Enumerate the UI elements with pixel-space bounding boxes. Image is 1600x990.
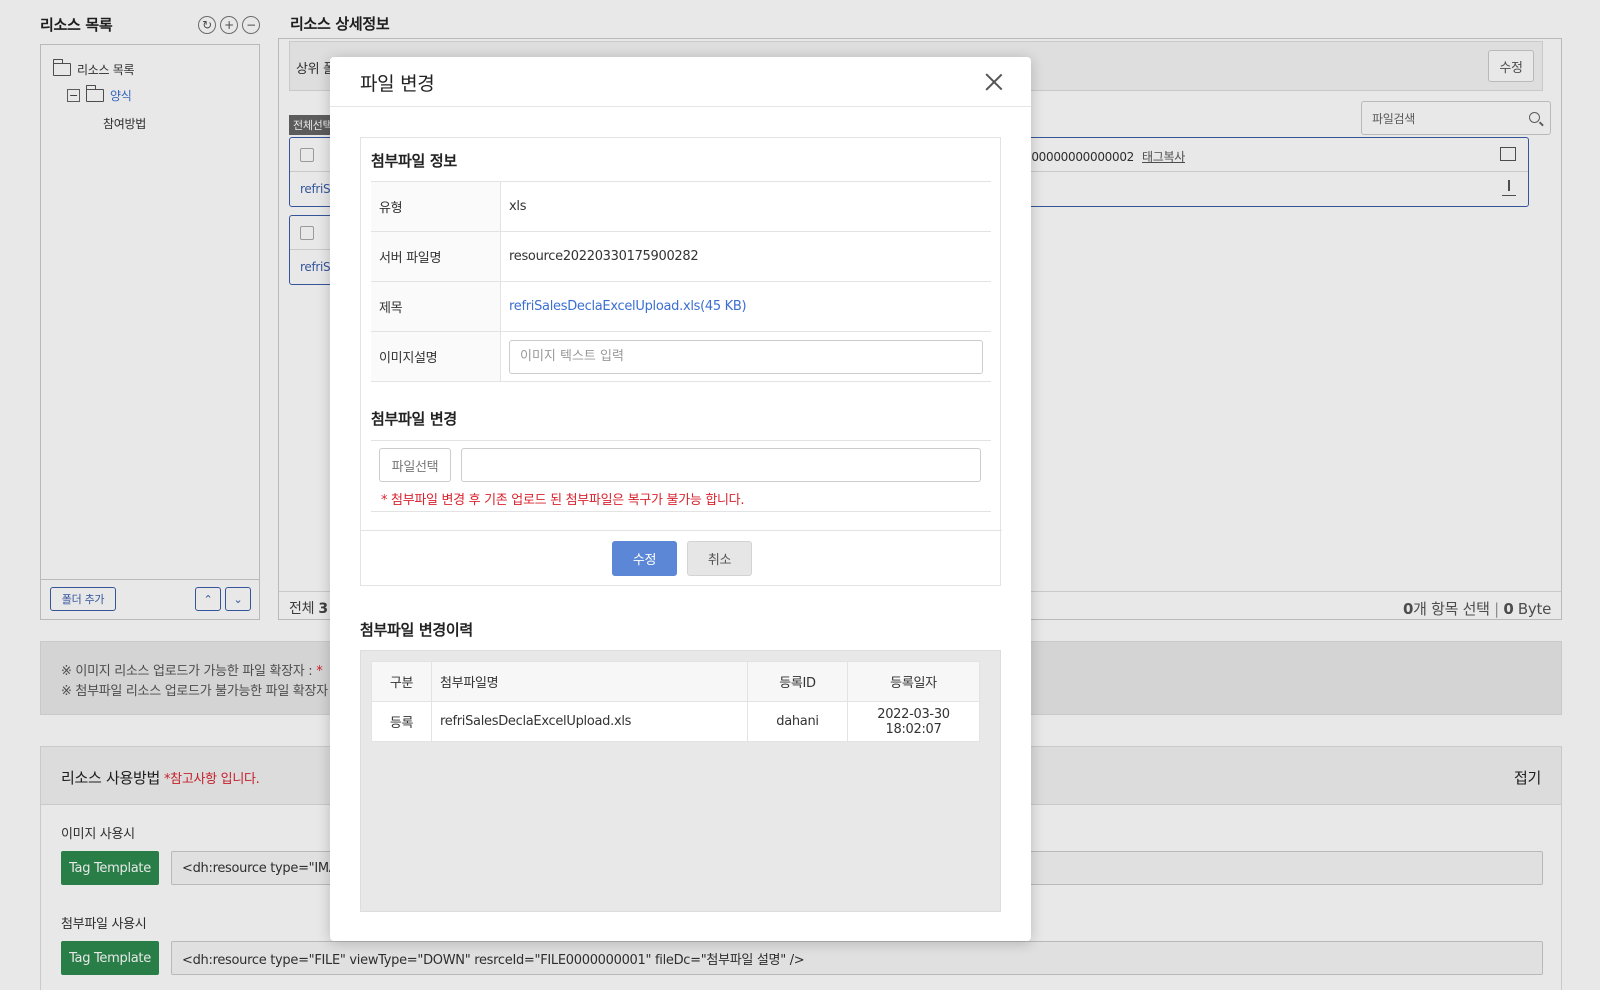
subject-file-link[interactable]: refriSalesDeclaExcelUpload.xls(45 KB) — [501, 282, 991, 331]
history-title: 첨부파일 변경이력 — [360, 621, 473, 639]
info-row-subject: 제목 refriSalesDeclaExcelUpload.xls(45 KB) — [371, 282, 991, 332]
server-file-value: resource20220330175900282 — [509, 249, 699, 264]
cancel-button[interactable]: 취소 — [687, 541, 752, 576]
attachment-info-title: 첨부파일 정보 — [371, 152, 457, 170]
history-col-type: 구분 — [371, 661, 432, 702]
subject-label: 제목 — [371, 282, 501, 331]
info-row-description: 이미지설명 — [371, 332, 991, 382]
info-row-server-file: 서버 파일명 resource20220330175900282 — [371, 232, 991, 282]
history-table: 구분 첨부파일명 등록ID 등록일자 등록 refriSalesDeclaExc… — [371, 661, 980, 742]
info-row-type: 유형 xls — [371, 182, 991, 232]
description-label: 이미지설명 — [371, 332, 501, 381]
history-date: 2022-03-30 18:02:07 — [847, 701, 980, 742]
history-type: 등록 — [371, 701, 432, 742]
modal-action-row: 수정 취소 — [361, 530, 1002, 586]
history-col-user: 등록ID — [747, 661, 848, 702]
history-area: 구분 첨부파일명 등록ID 등록일자 등록 refriSalesDeclaExc… — [360, 650, 1001, 912]
attachment-info-table: 유형 xls 서버 파일명 resource20220330175900282 … — [371, 181, 991, 382]
history-user: dahani — [747, 701, 848, 742]
history-col-date: 등록일자 — [847, 661, 980, 702]
image-description-input[interactable] — [509, 339, 983, 374]
history-file: refriSalesDeclaExcelUpload.xls — [431, 701, 748, 742]
table-row: 등록 refriSalesDeclaExcelUpload.xls dahani… — [371, 701, 980, 742]
attachment-change-title: 첨부파일 변경 — [371, 410, 457, 428]
type-value: xls — [509, 199, 527, 214]
file-select-button[interactable]: 파일선택 — [379, 448, 451, 482]
server-file-label: 서버 파일명 — [371, 232, 501, 281]
selected-file-field[interactable] — [461, 448, 981, 482]
attachment-info-section: 첨부파일 정보 유형 xls 서버 파일명 resource2022033017… — [360, 137, 1002, 586]
close-icon[interactable] — [985, 73, 1003, 91]
file-change-modal: 파일 변경 첨부파일 정보 유형 xls 서버 파일명 resource2022… — [330, 57, 1031, 941]
attachment-change-area: 파일선택 * 첨부파일 변경 후 기존 업로드 된 첨부파일은 복구가 불가능 … — [371, 440, 991, 512]
history-header-row: 구분 첨부파일명 등록ID 등록일자 — [371, 661, 980, 702]
submit-button[interactable]: 수정 — [612, 541, 677, 576]
type-label: 유형 — [371, 182, 501, 231]
change-warning: * 첨부파일 변경 후 기존 업로드 된 첨부파일은 복구가 불가능 합니다. — [381, 493, 745, 508]
history-col-file: 첨부파일명 — [431, 661, 748, 702]
modal-title: 파일 변경 — [360, 73, 435, 95]
modal-header: 파일 변경 — [330, 57, 1031, 107]
